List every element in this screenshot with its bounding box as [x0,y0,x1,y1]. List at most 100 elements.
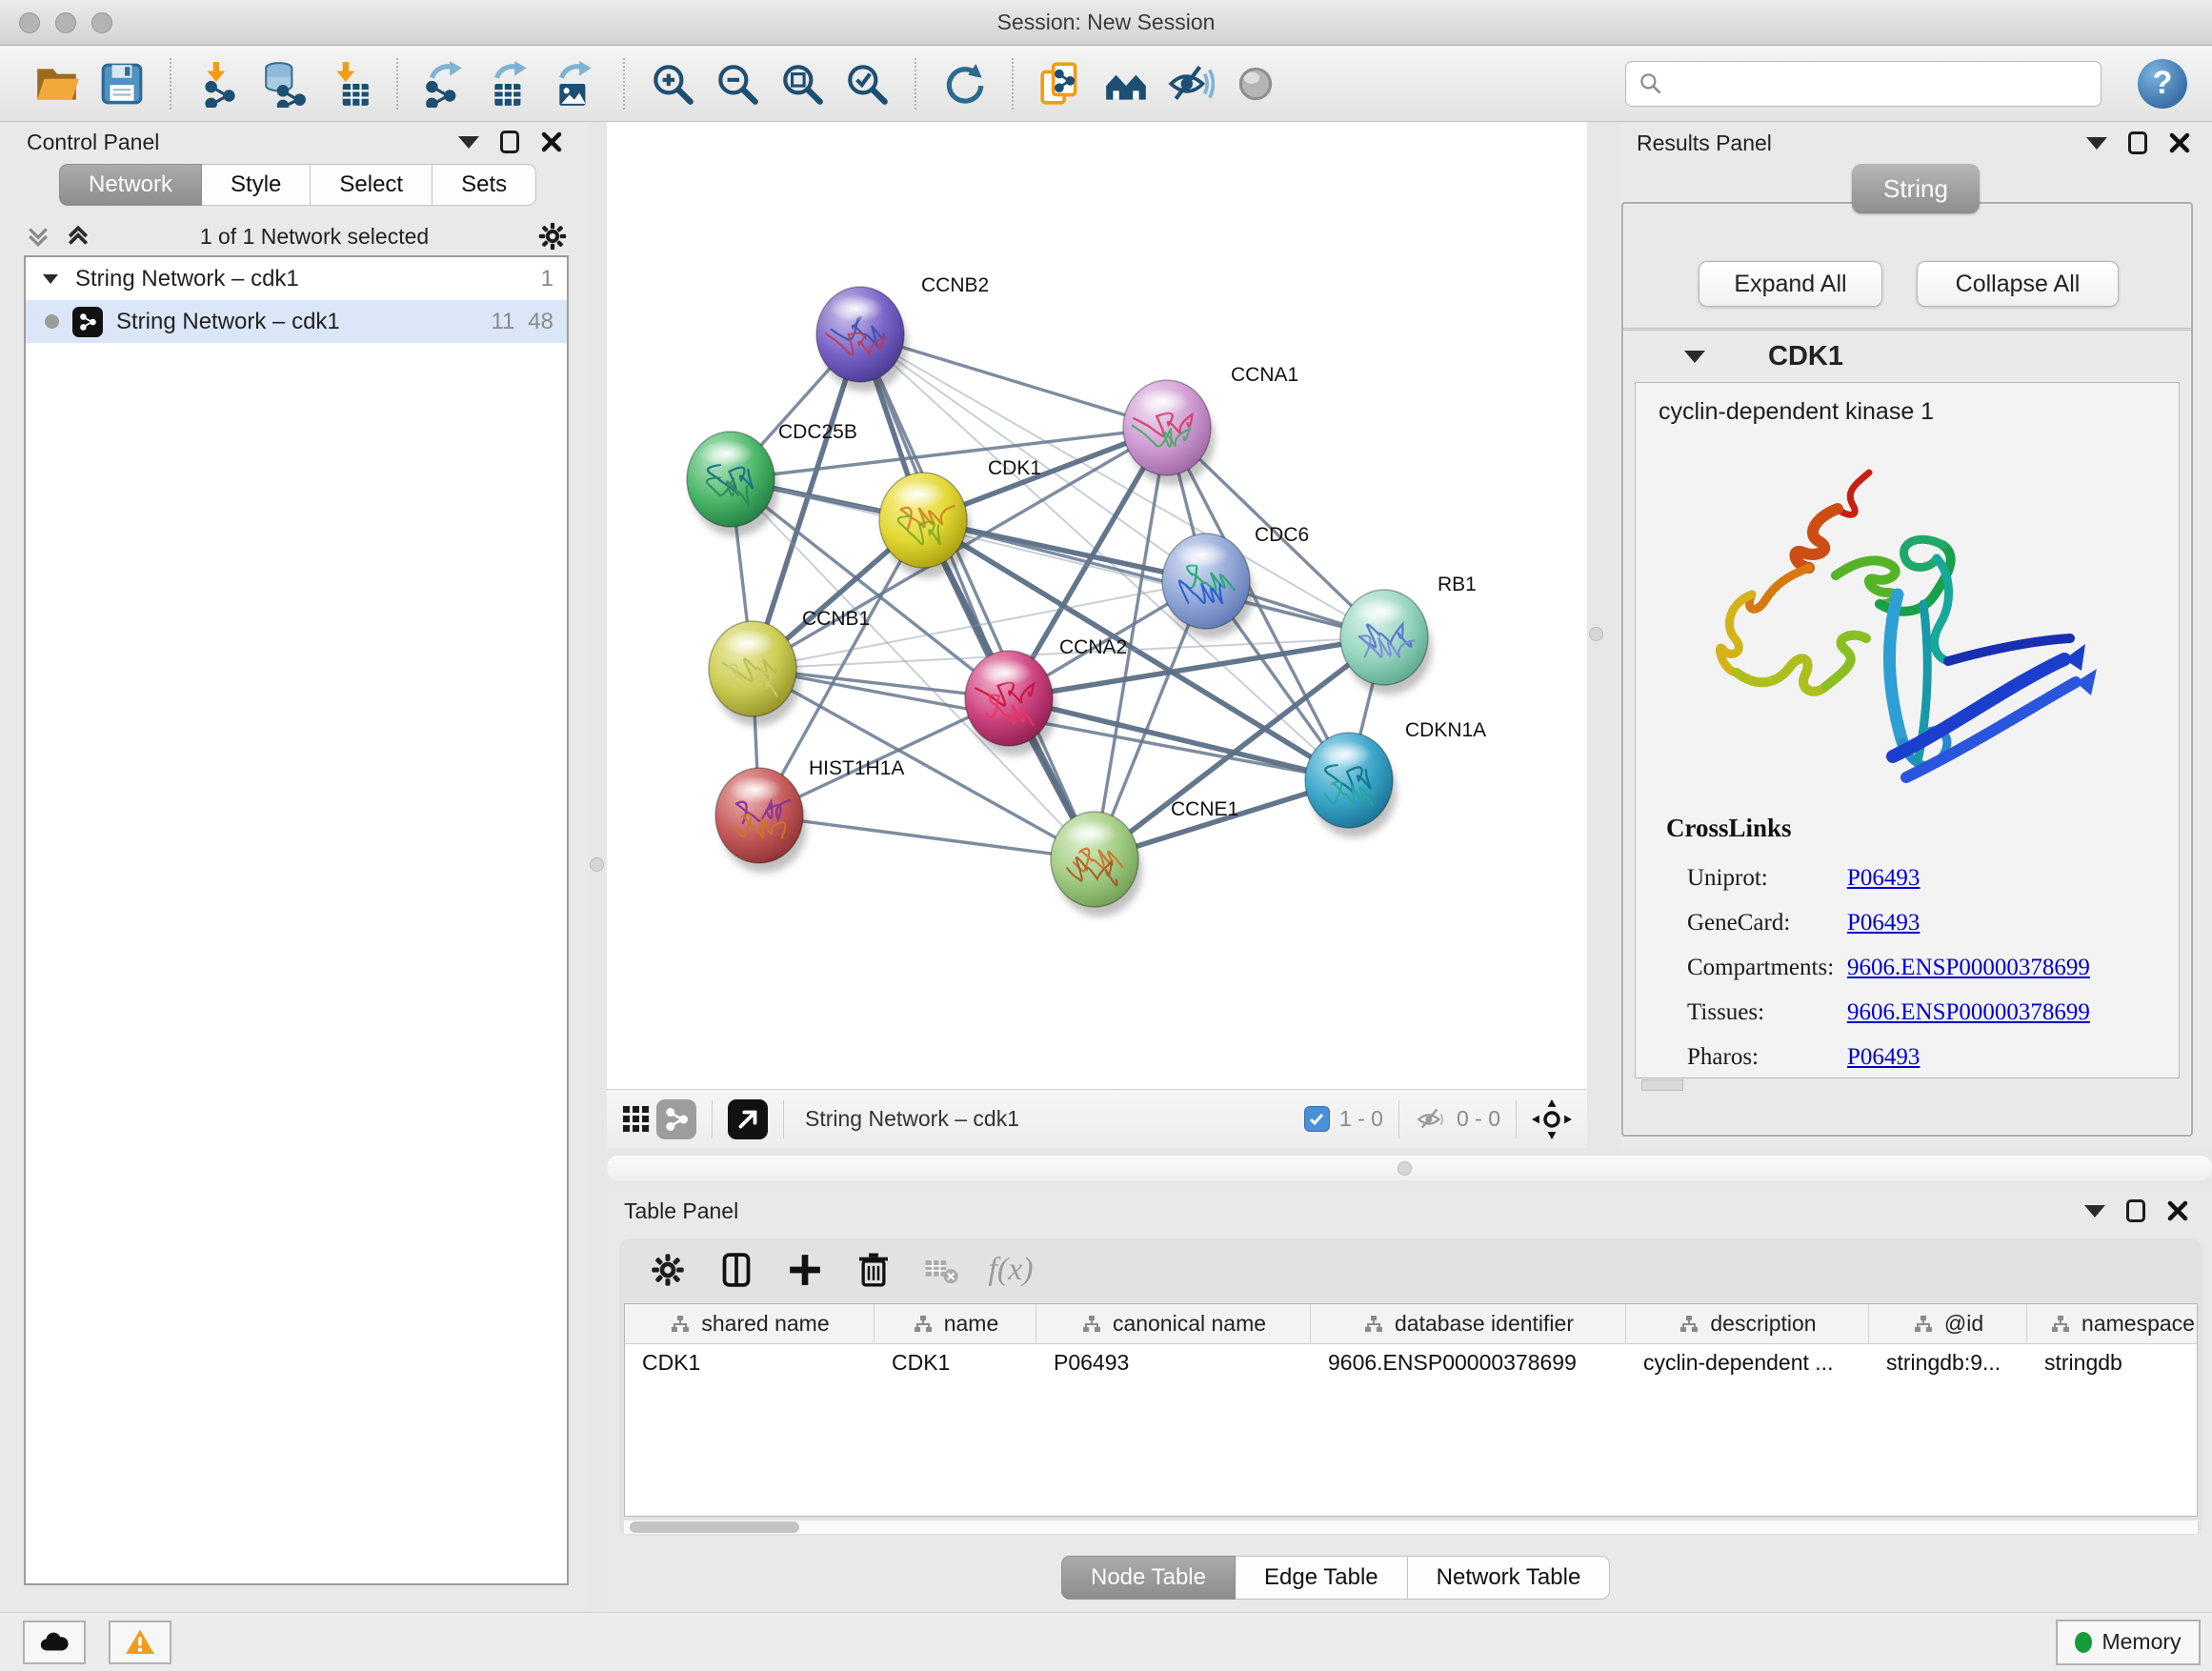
table-cell[interactable]: P06493 [1036,1344,1311,1384]
column-header-label: shared name [701,1311,829,1337]
warnings-button[interactable] [109,1621,171,1664]
delete-table-button[interactable] [916,1246,968,1294]
create-column-button[interactable] [779,1246,831,1294]
table-cell[interactable]: cyclin-dependent ... [1626,1344,1869,1384]
results-panel-float-button[interactable] [2128,131,2147,154]
tab-edge-table[interactable]: Edge Table [1236,1556,1408,1600]
function-builder-button[interactable]: f(x) [985,1246,1036,1294]
collapse-all-button[interactable]: Collapse All [1917,261,2119,307]
table-panel-close-button[interactable] [2166,1199,2189,1222]
column-header-database-identifier[interactable]: database identifier [1311,1304,1626,1343]
edge-count: 48 [528,309,553,335]
search-field[interactable] [1625,61,2101,107]
table-panel-menu-button[interactable] [2084,1205,2105,1218]
float-icon [2128,131,2147,154]
tab-select[interactable]: Select [311,164,432,206]
network-view[interactable]: CCNB2CCNA1CDC25BCDK1CDC6RB1CCNB1CCNA2CDK… [607,122,1587,1089]
crosslinks-title: CrossLinks [1666,814,1792,843]
node-table[interactable]: shared name namecanonical name database id… [624,1303,2198,1517]
selected-checkbox[interactable] [1304,1106,1330,1132]
control-panel-close-button[interactable] [540,131,563,153]
table-cell[interactable]: stringdb:9... [1869,1344,2027,1384]
table-row[interactable]: CDK1CDK1P064939606.ENSP00000378699cyclin… [625,1344,2197,1384]
import-network-file-button[interactable] [191,56,247,111]
gear-icon[interactable] [536,220,569,252]
table-cell[interactable]: CDK1 [875,1344,1036,1384]
import-table-file-button[interactable] [321,56,376,111]
gene-description: cyclin-dependent kinase 1 [1659,398,1934,426]
export-table-button[interactable] [483,56,538,111]
splitter-handle[interactable] [1398,1161,1412,1176]
crosslink-value-link[interactable]: 9606.ENSP00000378699 [1847,955,2090,981]
birds-eye-view-button[interactable] [616,1099,656,1139]
table-cell[interactable]: CDK1 [625,1344,875,1384]
column-header-namespace[interactable]: namespace [2027,1304,2198,1343]
cloud-icon [38,1626,70,1659]
control-panel-float-button[interactable] [500,131,519,153]
horizontal-scrollbar[interactable] [624,1520,2198,1534]
gene-section-header[interactable]: CDK1 [1623,331,2191,382]
delete-column-button[interactable] [848,1246,899,1294]
column-header-canonical-name[interactable]: canonical name [1036,1304,1311,1343]
expand-all-icon[interactable] [64,222,92,251]
network-collection-row[interactable]: String Network – cdk1 1 [26,257,567,300]
export-network-button[interactable] [418,56,473,111]
tree-expand-icon[interactable] [39,268,62,291]
splitter-handle[interactable] [1589,627,1603,641]
tab-network-table[interactable]: Network Table [1408,1556,1611,1600]
pan-crosshair-icon[interactable] [1532,1099,1572,1139]
control-panel-menu-button[interactable] [458,136,479,149]
splitter-handle[interactable] [590,857,604,872]
vertical-splitter[interactable] [588,122,607,1612]
show-columns-button[interactable] [711,1246,762,1294]
arrow-up-right-icon [734,1105,762,1134]
crosslink-value-link[interactable]: P06493 [1847,910,1920,936]
table-panel-float-button[interactable] [2126,1199,2145,1222]
collapse-all-icon[interactable] [24,222,52,251]
crosslink-value-link[interactable]: 9606.ENSP00000378699 [1847,999,2090,1026]
zoom-out-button[interactable] [710,56,765,111]
crosslink-value-link[interactable]: P06493 [1847,865,1920,892]
tab-string[interactable]: String [1852,164,1980,213]
horizontal-splitter[interactable] [607,1148,2212,1189]
save-session-button[interactable] [94,56,150,111]
cloud-button[interactable] [23,1621,86,1664]
table-options-button[interactable] [642,1246,694,1294]
import-network-database-button[interactable] [256,56,312,111]
crosslink-label: Pharos: [1687,1044,1847,1071]
table-cell[interactable]: stringdb [2027,1344,2198,1384]
tab-network[interactable]: Network [59,164,202,206]
column-header--id[interactable]: @id [1869,1304,2027,1343]
results-panel-close-button[interactable] [2168,131,2191,154]
tab-node-table[interactable]: Node Table [1061,1556,1236,1600]
column-header-label: database identifier [1395,1311,1574,1337]
scrollbar-thumb[interactable] [630,1521,799,1533]
scrollbar-stub[interactable] [1641,1079,1683,1091]
network-row[interactable]: String Network – cdk1 11 48 [26,300,567,343]
crosslink-value-link[interactable]: P06493 [1847,1044,1920,1071]
clone-network-button[interactable] [1034,56,1089,111]
search-input[interactable] [1672,71,2089,96]
column-header-description[interactable]: description [1626,1304,1869,1343]
open-session-button[interactable] [30,56,85,111]
apply-layout-button[interactable] [936,56,992,111]
network-type-button[interactable] [656,1099,696,1139]
zoom-in-button[interactable] [645,56,700,111]
zoom-fit-button[interactable] [774,56,830,111]
results-panel-menu-button[interactable] [2086,137,2107,150]
show-all-button[interactable] [1228,56,1283,111]
detach-view-button[interactable] [728,1099,768,1139]
tab-style[interactable]: Style [202,164,311,206]
tab-sets[interactable]: Sets [432,164,536,206]
chevron-down-icon [2084,1205,2105,1218]
memory-button[interactable]: Memory [2056,1620,2201,1665]
help-button[interactable]: ? [2138,59,2187,109]
first-neighbors-button[interactable] [1098,56,1154,111]
zoom-selected-button[interactable] [839,56,895,111]
table-cell[interactable]: 9606.ENSP00000378699 [1311,1344,1626,1384]
export-image-button[interactable] [548,56,603,111]
column-header-name[interactable]: name [875,1304,1036,1343]
column-header-shared-name[interactable]: shared name [625,1304,875,1343]
hide-selected-button[interactable] [1163,56,1218,111]
expand-all-button[interactable]: Expand All [1699,261,1882,307]
